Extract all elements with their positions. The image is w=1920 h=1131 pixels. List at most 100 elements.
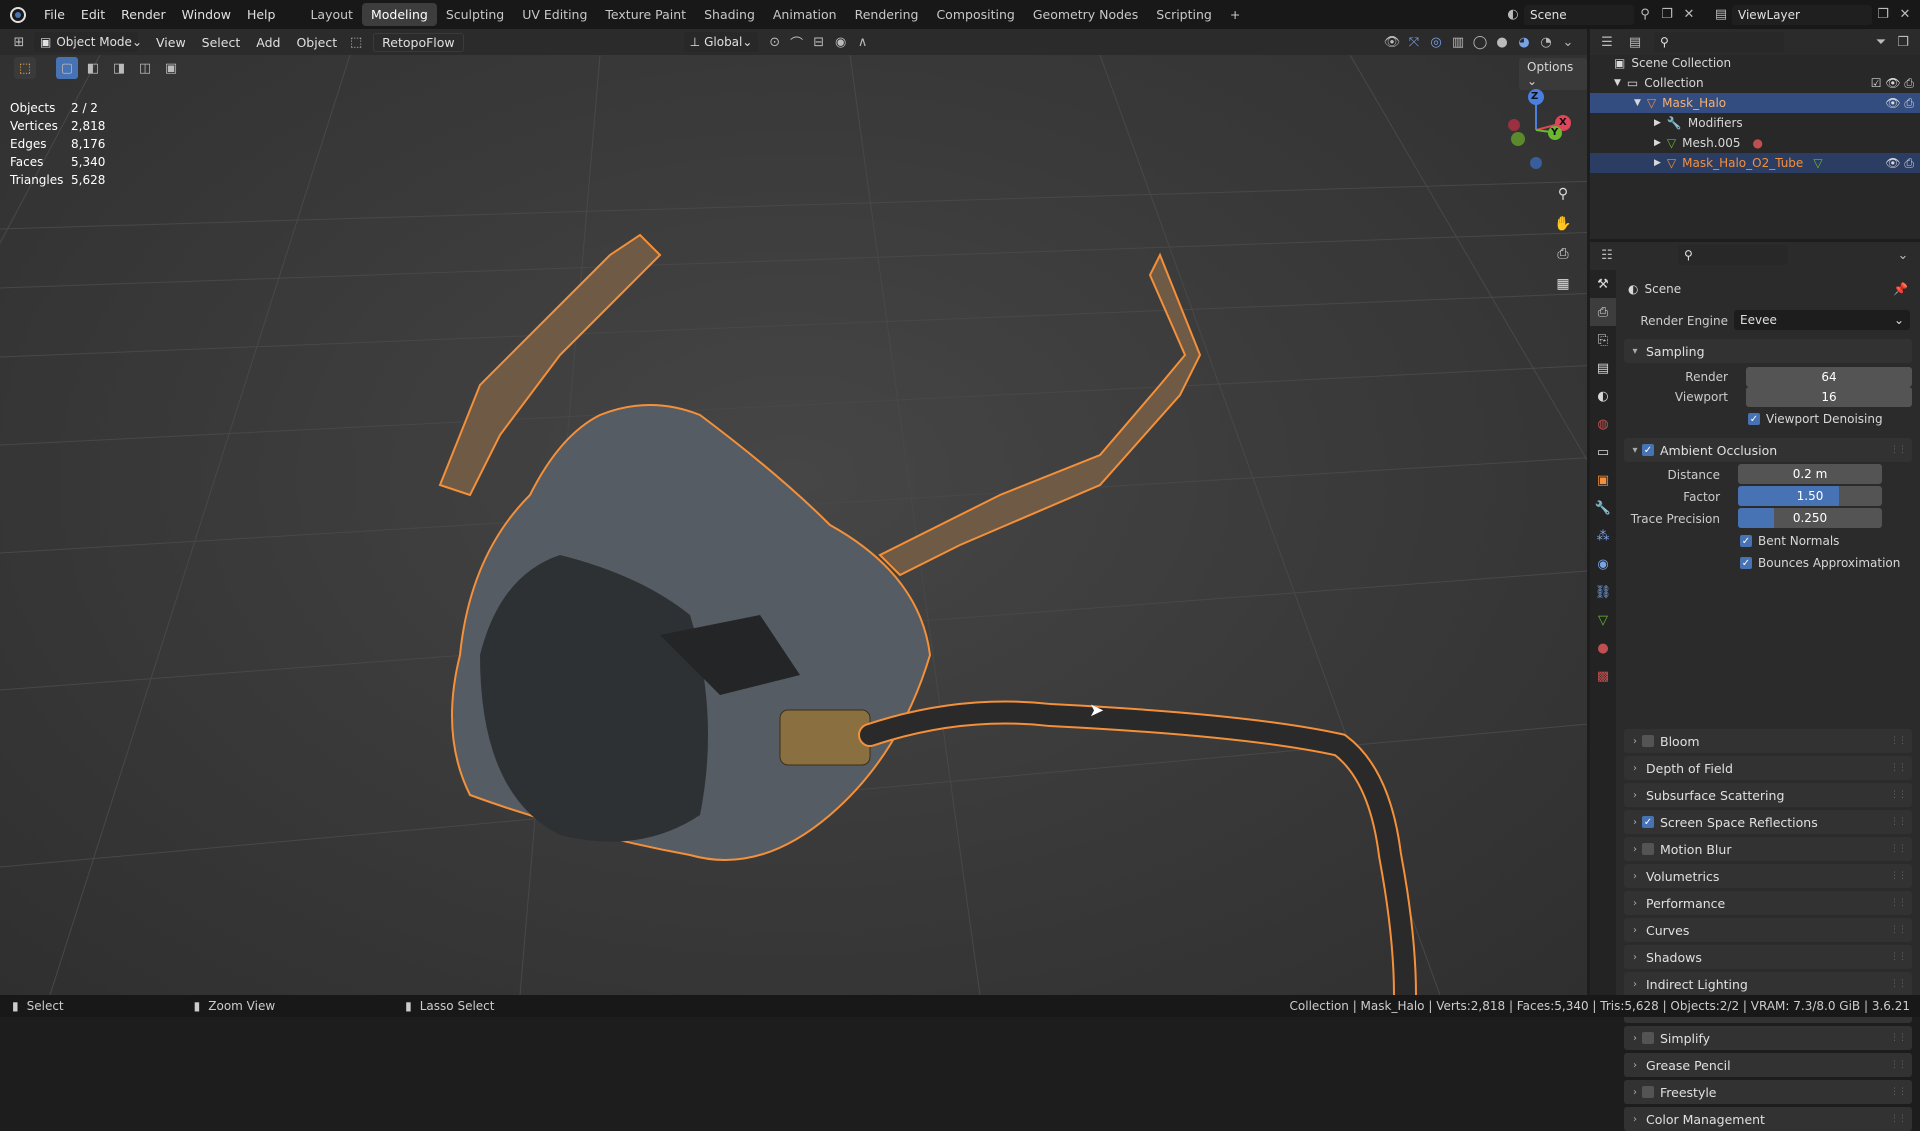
- outliner-editor-icon[interactable]: ☰: [1596, 31, 1618, 53]
- menu-object[interactable]: Object: [288, 35, 345, 50]
- drag-grip-icon[interactable]: ⋮⋮: [1890, 898, 1907, 908]
- select-new-icon[interactable]: ▢: [56, 57, 78, 79]
- shape-select-icon[interactable]: ⬚: [345, 31, 367, 53]
- delete-scene-icon[interactable]: ✕: [1678, 4, 1700, 26]
- tab-rendering[interactable]: Rendering: [846, 3, 928, 26]
- tab-geometry-nodes[interactable]: Geometry Nodes: [1024, 3, 1147, 26]
- select-subtract-icon[interactable]: ◨: [108, 57, 130, 79]
- snap-target-icon[interactable]: ⊟: [808, 31, 830, 53]
- editor-type-icon[interactable]: ⊞: [8, 31, 30, 53]
- scene-tab-icon[interactable]: ◐: [1590, 382, 1616, 410]
- pan-hand-icon[interactable]: ✋: [1550, 211, 1576, 237]
- material-tab-icon[interactable]: ●: [1590, 634, 1616, 662]
- menu-select[interactable]: Select: [194, 35, 249, 50]
- checkbox-icon[interactable]: ☑ 👁 ⎙: [1871, 76, 1914, 91]
- panel-motion-blur[interactable]: › Motion Blur ⋮⋮: [1624, 837, 1912, 861]
- eye-icon[interactable]: 👁 ⎙: [1885, 156, 1914, 171]
- drag-grip-icon[interactable]: ⋮⋮: [1890, 790, 1907, 800]
- shading-material-icon[interactable]: ◕: [1513, 31, 1535, 53]
- panel-curves[interactable]: › Curves ⋮⋮: [1624, 918, 1912, 942]
- check-icon[interactable]: ✓: [1642, 444, 1654, 456]
- panel-subsurface-scattering[interactable]: › Subsurface Scattering ⋮⋮: [1624, 783, 1912, 807]
- checkbox-icon[interactable]: [1642, 1032, 1654, 1044]
- xray-icon[interactable]: ▥: [1447, 31, 1469, 53]
- add-workspace-button[interactable]: +: [1221, 3, 1249, 26]
- outliner-collection[interactable]: ▼ ▭ Collection ☑ 👁 ⎙: [1590, 73, 1920, 93]
- retopoflow-menu[interactable]: RetopoFlow: [373, 32, 464, 52]
- pin-icon[interactable]: ⚲: [1634, 4, 1656, 26]
- particles-tab-icon[interactable]: ⁂: [1590, 522, 1616, 550]
- sampling-viewport-field[interactable]: 16: [1746, 387, 1912, 407]
- outliner-item-mesh[interactable]: ▶ ▽ Mesh.005 ●: [1590, 133, 1920, 153]
- drag-grip-icon[interactable]: ⋮⋮: [1890, 1114, 1907, 1124]
- select-box-tool-icon[interactable]: ⬚: [14, 57, 36, 79]
- orientation-select[interactable]: ⊥ Global ⌄: [683, 32, 758, 52]
- outliner-item-mask-halo[interactable]: ▼ ▽ Mask_Halo 👁 ⎙: [1590, 93, 1920, 113]
- falloff-icon[interactable]: ∧: [852, 31, 874, 53]
- scene-icon[interactable]: ◐: [1502, 4, 1524, 26]
- drag-grip-icon[interactable]: ⋮⋮: [1890, 871, 1907, 881]
- menu-render[interactable]: Render: [113, 0, 174, 29]
- drag-grip-icon[interactable]: ⋮⋮: [1890, 736, 1907, 746]
- tab-compositing[interactable]: Compositing: [927, 3, 1023, 26]
- tab-layout[interactable]: Layout: [301, 3, 362, 26]
- drag-grip-icon[interactable]: ⋮⋮: [1890, 817, 1907, 827]
- collection-tab-icon[interactable]: ▭: [1590, 438, 1616, 466]
- snap-icon[interactable]: ⌒: [786, 31, 808, 53]
- tool-tab-icon[interactable]: ⚒: [1590, 270, 1616, 298]
- new-view-layer-icon[interactable]: ❐: [1872, 4, 1894, 26]
- view-layer-field[interactable]: ViewLayer: [1732, 4, 1872, 25]
- proportional-edit-icon[interactable]: ◉: [830, 31, 852, 53]
- world-tab-icon[interactable]: ◍: [1590, 410, 1616, 438]
- tab-animation[interactable]: Animation: [764, 3, 846, 26]
- zoom-icon[interactable]: ⚲: [1550, 181, 1576, 207]
- sampling-render-field[interactable]: 64: [1746, 367, 1912, 387]
- blender-logo-icon[interactable]: [10, 6, 26, 23]
- checkbox-icon[interactable]: [1642, 735, 1654, 747]
- ao-distance-field[interactable]: 0.2 m: [1738, 464, 1882, 484]
- bent-normals-checkbox[interactable]: ✓ Bent Normals: [1740, 534, 1839, 548]
- drag-grip-icon[interactable]: ⋮⋮: [1890, 1060, 1907, 1070]
- tab-sculpting[interactable]: Sculpting: [437, 3, 513, 26]
- new-scene-icon[interactable]: ❐: [1656, 4, 1678, 26]
- chevron-down-icon[interactable]: ⌄: [1892, 244, 1914, 266]
- physics-tab-icon[interactable]: ◉: [1590, 550, 1616, 578]
- tab-shading[interactable]: Shading: [695, 3, 764, 26]
- panel-screen-space-reflections[interactable]: › ✓ Screen Space Reflections ⋮⋮: [1624, 810, 1912, 834]
- checkbox-icon[interactable]: [1642, 1086, 1654, 1098]
- panel-simplify[interactable]: › Simplify ⋮⋮: [1624, 1026, 1912, 1050]
- texture-tab-icon[interactable]: ▩: [1590, 662, 1616, 690]
- view-layer-icon[interactable]: ▤: [1710, 4, 1732, 26]
- camera-icon[interactable]: ⎙: [1550, 241, 1576, 267]
- drag-grip-icon[interactable]: ⋮⋮: [1890, 1033, 1907, 1043]
- panel-color-management[interactable]: › Color Management ⋮⋮: [1624, 1107, 1912, 1131]
- eye-icon[interactable]: 👁 ⎙: [1885, 96, 1914, 111]
- outliner-item-modifiers[interactable]: ▶ 🔧 Modifiers: [1590, 113, 1920, 133]
- render-tab-icon[interactable]: ⎙: [1590, 298, 1616, 326]
- scene-name-field[interactable]: Scene: [1524, 4, 1634, 25]
- panel-freestyle[interactable]: › Freestyle ⋮⋮: [1624, 1080, 1912, 1104]
- menu-edit[interactable]: Edit: [73, 0, 113, 29]
- shading-options-icon[interactable]: ⌄: [1557, 31, 1579, 53]
- panel-sampling[interactable]: ▾ Sampling: [1624, 339, 1912, 363]
- filter-icon[interactable]: ⏷: [1870, 31, 1892, 53]
- menu-add[interactable]: Add: [248, 35, 288, 50]
- overlays-icon[interactable]: ◎: [1425, 31, 1447, 53]
- drag-grip-icon[interactable]: ⋮⋮: [1890, 952, 1907, 962]
- outliner-item-o2-tube[interactable]: ▶ ▽ Mask_Halo_O2_Tube ▽ 👁 ⎙: [1590, 153, 1920, 173]
- menu-file[interactable]: File: [36, 0, 73, 29]
- panel-bloom[interactable]: › Bloom ⋮⋮: [1624, 729, 1912, 753]
- viewport-denoising-checkbox[interactable]: ✓ Viewport Denoising: [1748, 412, 1883, 426]
- gizmo-toggle-icon[interactable]: ⤧: [1403, 31, 1425, 53]
- select-intersect-icon[interactable]: ▣: [160, 57, 182, 79]
- menu-window[interactable]: Window: [174, 0, 239, 29]
- perspective-grid-icon[interactable]: ▦: [1550, 271, 1576, 297]
- data-tab-icon[interactable]: ▽: [1590, 606, 1616, 634]
- render-engine-select[interactable]: Eevee ⌄: [1734, 310, 1910, 330]
- menu-help[interactable]: Help: [239, 0, 284, 29]
- shading-wireframe-icon[interactable]: ◯: [1469, 31, 1491, 53]
- panel-grease-pencil[interactable]: › Grease Pencil ⋮⋮: [1624, 1053, 1912, 1077]
- select-invert-icon[interactable]: ◫: [134, 57, 156, 79]
- outliner-scene-collection[interactable]: ▣ Scene Collection: [1590, 53, 1920, 73]
- delete-view-layer-icon[interactable]: ✕: [1894, 4, 1916, 26]
